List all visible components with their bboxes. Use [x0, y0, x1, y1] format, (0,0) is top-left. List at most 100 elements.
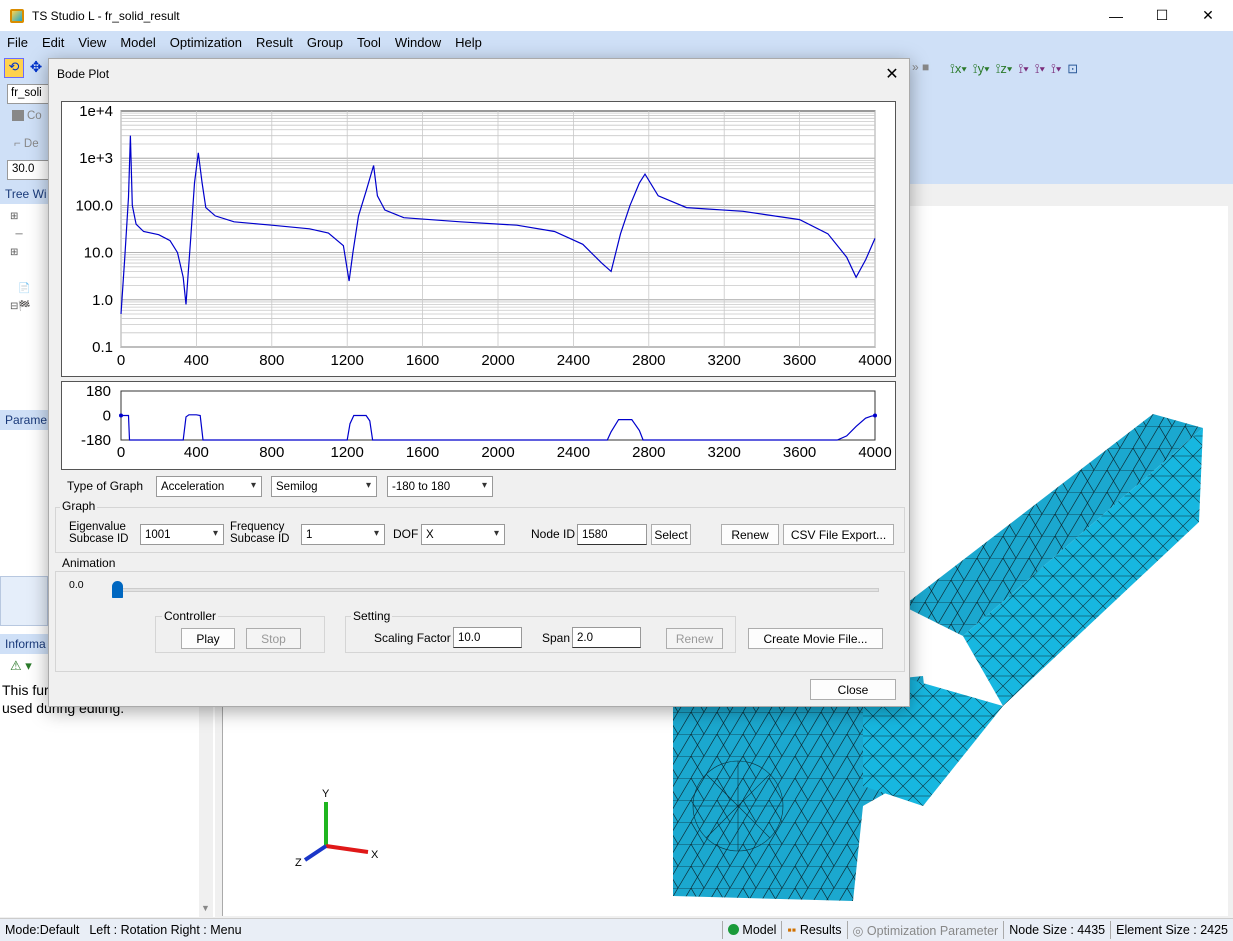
scale-value: Semilog — [276, 480, 318, 493]
axis-toolbar: ⟟x▾ ⟟y▾ ⟟z▾ ⟟▾ ⟟▾ ⟟▾ ⊡ — [950, 57, 1230, 81]
scaling-factor-field[interactable]: 10.0 — [453, 627, 522, 648]
span-field[interactable]: 2.0 — [572, 627, 641, 648]
close-window-button[interactable]: ✕ — [1185, 0, 1231, 31]
magnitude-plot: 0 400 800 1200 1600 2000 2400 2800 3200 3600 4000 1… — [61, 101, 896, 377]
z-axis-label: Z — [295, 857, 302, 869]
menu-item-tool[interactable]: Tool — [350, 35, 388, 50]
renew-movie-button[interactable]: Renew — [666, 628, 723, 649]
menu-item-group[interactable]: Group — [300, 35, 350, 50]
node-id-label: Node ID — [531, 527, 576, 541]
mesh-hole-spokes — [693, 761, 783, 851]
toolbar-left-icons: ⟲ ✥ — [4, 58, 48, 80]
magnitude-svg: 0 400 800 1200 1600 2000 2400 2800 3200 3600 4000 1… — [75, 103, 891, 369]
x-axis-label: X — [371, 849, 379, 861]
play-button[interactable]: Play — [181, 628, 235, 649]
close-dialog-button[interactable]: Close — [810, 679, 896, 700]
phase-y-tick-label: 0 — [103, 408, 111, 425]
pan-icon[interactable]: ✥ — [26, 58, 46, 78]
anim-slider-thumb[interactable] — [112, 581, 123, 598]
y-axis-label: Y — [322, 788, 330, 800]
angle-field[interactable]: 30.0 — [7, 160, 51, 180]
phase-x-tick-label: 1600 — [406, 444, 439, 461]
x-axis-line — [325, 844, 369, 854]
y-tick-label: 100.0 — [75, 197, 113, 214]
deform-icon: ⌐ — [14, 138, 24, 150]
menu-item-optimization[interactable]: Optimization — [163, 35, 249, 50]
phase-x-tick-label: 3200 — [708, 444, 741, 461]
status-mode: Mode:Default — [5, 923, 80, 937]
setting-group-title: Setting — [351, 609, 393, 623]
csv-export-button[interactable]: CSV File Export... — [783, 524, 894, 545]
menu-item-edit[interactable]: Edit — [35, 35, 71, 50]
span-label: Span — [542, 631, 571, 645]
minimize-button[interactable]: — — [1093, 0, 1139, 31]
fit-view-icon[interactable]: ⊡ — [1067, 61, 1078, 77]
select-button[interactable]: Select — [651, 524, 691, 545]
phase-x-tick-label: 3600 — [783, 444, 816, 461]
node-id-field[interactable]: 1580 — [577, 524, 647, 545]
window-title: TS Studio L - fr_solid_result — [32, 8, 180, 23]
status-results[interactable]: ▪▪ Results — [782, 923, 846, 937]
x-tick-label: 800 — [259, 352, 284, 369]
eigen-label-1: Eigenvalue — [69, 521, 126, 533]
graph-group-title: Graph — [60, 499, 98, 513]
tree-field[interactable]: fr_soli — [7, 84, 51, 104]
scale-select[interactable]: Semilog ▾ — [271, 476, 377, 497]
parameter-area — [0, 576, 48, 626]
menu-item-file[interactable]: File — [0, 35, 35, 50]
create-movie-button[interactable]: Create Movie File... — [748, 628, 883, 649]
status-results-label: Results — [799, 923, 842, 937]
tree-view[interactable]: ⊞ ─ ⊞ 📄 ⊟🏁 — [10, 208, 50, 388]
status-opt-label: Optimization Parameter — [866, 923, 999, 938]
menu-item-result[interactable]: Result — [249, 35, 300, 50]
phase-y-tick-label: -180 — [81, 432, 111, 449]
y-axis-view-icon[interactable]: ⟟y▾ — [973, 61, 990, 77]
scroll-down-icon[interactable]: ▼ — [201, 903, 210, 913]
chevron-down-icon: ▾ — [250, 480, 256, 491]
freq-subcase-select[interactable]: 1 ▾ — [301, 524, 385, 545]
status-model[interactable]: Model — [723, 923, 781, 937]
stop-button[interactable]: Stop — [246, 628, 301, 649]
iso-view-3-icon[interactable]: ⟟▾ — [1051, 61, 1061, 77]
dof-select[interactable]: X ▾ — [421, 524, 505, 545]
anim-slider-track[interactable] — [113, 588, 879, 592]
x-tick-label: 3600 — [783, 352, 816, 369]
x-tick-label: 400 — [184, 352, 209, 369]
coord-button[interactable]: Co — [12, 110, 52, 128]
menu-item-window[interactable]: Window — [388, 35, 448, 50]
freq-label: Frequency Subcase ID — [230, 521, 289, 545]
opt-ring-icon: ◎ — [852, 923, 864, 938]
y-tick-label: 10.0 — [84, 245, 113, 262]
renew-button[interactable]: Renew — [721, 524, 779, 545]
eigen-subcase-select[interactable]: 1001 ▾ — [140, 524, 224, 545]
x-tick-label: 1600 — [406, 352, 439, 369]
phase-x-tick-label: 400 — [184, 444, 209, 461]
type-of-graph-select[interactable]: Acceleration ▾ — [156, 476, 262, 497]
phase-x-tick-label: 2400 — [557, 444, 590, 461]
x-axis-view-icon[interactable]: ⟟x▾ — [950, 61, 967, 77]
status-model-label: Model — [742, 923, 777, 937]
app-logo-icon — [10, 8, 24, 23]
menu-item-view[interactable]: View — [71, 35, 113, 50]
menu-item-model[interactable]: Model — [113, 35, 162, 50]
controller-group-title: Controller — [162, 609, 219, 623]
chevron-down-icon: ▾ — [481, 480, 487, 491]
z-axis-view-icon[interactable]: ⟟z▾ — [996, 61, 1013, 77]
toolbar-overflow-icon[interactable]: » ■ — [912, 60, 942, 78]
phase-frame — [120, 390, 876, 441]
dialog-close-icon[interactable]: ✕ — [881, 63, 903, 85]
status-opt[interactable]: ◎ Optimization Parameter — [848, 923, 1004, 938]
iso-view-2-icon[interactable]: ⟟▾ — [1035, 61, 1045, 77]
iso-view-1-icon[interactable]: ⟟▾ — [1018, 61, 1028, 77]
dialog-title: Bode Plot — [57, 67, 110, 81]
info-tool-icon[interactable]: ⚠ ▾ — [10, 658, 50, 678]
phase-x-tick-label: 2000 — [481, 444, 514, 461]
x-tick-label: 4000 — [858, 352, 891, 369]
maximize-button[interactable]: ☐ — [1139, 0, 1185, 31]
menu-item-help[interactable]: Help — [448, 35, 489, 50]
rotate-icon[interactable]: ⟲ — [4, 58, 24, 78]
type-of-graph-label: Type of Graph — [67, 479, 144, 493]
phase-range-select[interactable]: -180 to 180 ▾ — [387, 476, 493, 497]
phase-x-tick-label: 0 — [117, 444, 125, 461]
animation-group-title: Animation — [60, 556, 118, 570]
